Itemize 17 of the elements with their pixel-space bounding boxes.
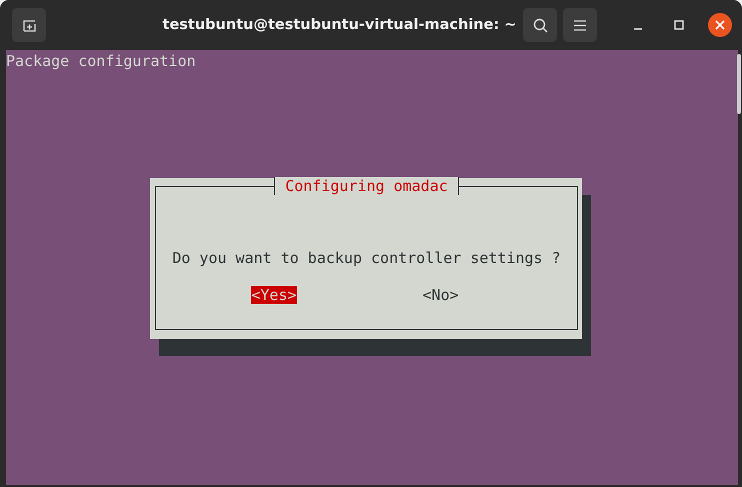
minimize-icon: [634, 28, 642, 30]
new-tab-icon: [22, 18, 36, 32]
dialog-question: Do you want to backup controller settings ?: [172, 249, 561, 268]
dialog-button[interactable]: <Yes>: [251, 286, 297, 304]
maximize-icon: [674, 20, 684, 30]
search-icon: [532, 18, 548, 32]
scrollbar[interactable]: [737, 54, 741, 114]
dialog-button[interactable]: <No>: [422, 286, 459, 304]
menu-button[interactable]: [563, 8, 597, 42]
close-icon: [715, 20, 725, 30]
new-tab-button[interactable]: [12, 8, 46, 42]
close-button[interactable]: [708, 13, 732, 37]
window-title: testubuntu@testubuntu-virtual-machine: ~: [162, 17, 518, 33]
menu-icon: [574, 20, 586, 30]
dialog-title: Configuring omadac: [274, 177, 459, 196]
search-button[interactable]: [523, 8, 557, 42]
screen-header: Package configuration: [6, 51, 196, 70]
